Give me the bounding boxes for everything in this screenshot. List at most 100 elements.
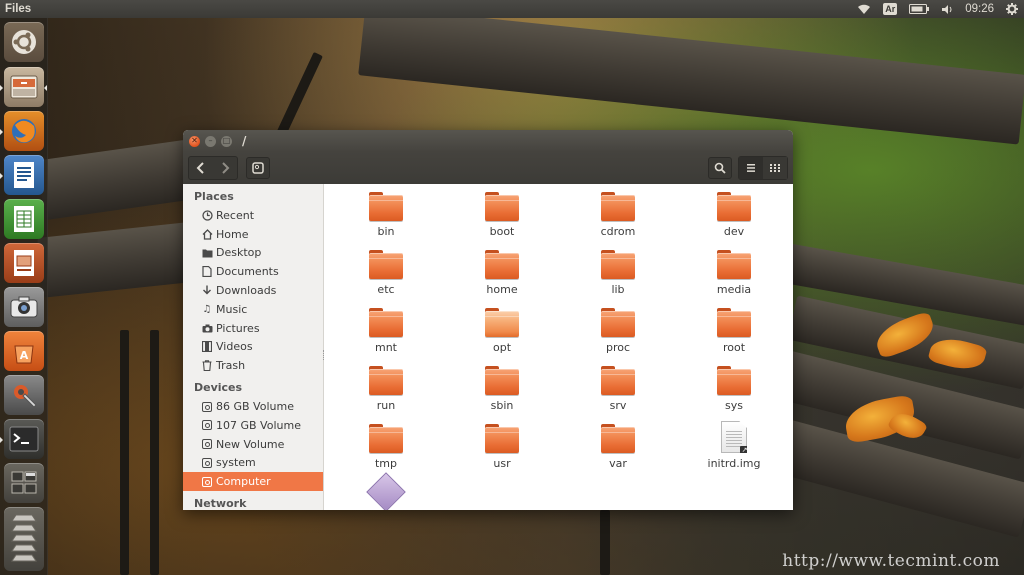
workspace-switcher-icon[interactable] (4, 463, 44, 503)
trash-icon[interactable] (4, 507, 44, 571)
folder-item[interactable]: lib (563, 242, 673, 296)
drive-icon (252, 162, 264, 174)
chevron-right-icon (222, 162, 230, 174)
folder-icon (485, 308, 519, 337)
folder-item[interactable]: opt (447, 300, 557, 354)
firefox-icon[interactable] (4, 111, 44, 151)
binary-file-icon (366, 472, 406, 510)
window-title: / (242, 134, 247, 148)
folder-item[interactable]: media (679, 242, 789, 296)
folder-item[interactable]: srv (563, 358, 673, 412)
sidebar-item-trash[interactable]: Trash (183, 356, 323, 375)
folder-icon (369, 308, 403, 337)
svg-text:A: A (20, 349, 29, 362)
folder-item[interactable]: sbin (447, 358, 557, 412)
ubuntu-logo-icon[interactable] (4, 22, 44, 62)
close-icon[interactable]: ✕ (189, 135, 200, 147)
folder-item[interactable]: root (679, 300, 789, 354)
file-item[interactable] (331, 472, 441, 510)
sidebar-item-label: Home (216, 227, 249, 241)
sidebar-item-music[interactable]: ♫ Music (183, 300, 323, 319)
file-name: tmp (374, 457, 397, 470)
sidebar-item-videos[interactable]: Videos (183, 338, 323, 357)
forward-button[interactable] (213, 157, 237, 179)
sidebar-item-86gb-volume[interactable]: 86 GB Volume (183, 397, 323, 416)
back-button[interactable] (189, 157, 213, 179)
folder-icon (601, 192, 635, 221)
folder-icon (717, 192, 751, 221)
battery-icon[interactable] (909, 4, 930, 14)
search-button[interactable] (708, 157, 732, 179)
file-cabinet-icon[interactable] (4, 67, 44, 107)
window-titlebar[interactable]: ✕ – □ / (183, 130, 793, 152)
sidebar-item-downloads[interactable]: Downloads (183, 281, 323, 300)
sidebar-item-computer[interactable]: Computer (183, 472, 323, 492)
file-name: usr (493, 457, 511, 470)
volume-icon[interactable] (941, 4, 953, 15)
terminal-icon[interactable] (4, 419, 44, 459)
places-header: Places (194, 190, 234, 203)
folder-item[interactable]: tmp (331, 416, 441, 470)
sidebar-item-pictures[interactable]: Pictures (183, 319, 323, 338)
drive-icon (201, 438, 213, 450)
sidebar-item-107gb-volume[interactable]: 107 GB Volume (183, 416, 323, 435)
file-item[interactable]: ↗ initrd.img (679, 416, 789, 470)
folder-icon (601, 366, 635, 395)
folder-item[interactable]: sys (679, 358, 789, 412)
wrench-gear-icon[interactable] (4, 375, 44, 415)
trash-icon (201, 360, 213, 372)
file-name: srv (609, 399, 627, 412)
writer-icon[interactable] (4, 155, 44, 195)
folder-item[interactable]: usr (447, 416, 557, 470)
camera-icon (201, 322, 213, 334)
folder-icon (369, 424, 403, 453)
wifi-icon[interactable] (857, 4, 871, 15)
file-name: root (722, 341, 746, 354)
list-view-button[interactable] (739, 157, 763, 179)
music-icon: ♫ (202, 303, 212, 315)
folder-item[interactable]: bin (331, 184, 441, 238)
folder-item[interactable]: run (331, 358, 441, 412)
drive-icon (201, 419, 213, 431)
folder-item[interactable]: etc (331, 242, 441, 296)
folder-item[interactable]: proc (563, 300, 673, 354)
sidebar-item-system[interactable]: system (183, 454, 323, 473)
maximize-icon[interactable]: □ (221, 135, 232, 147)
file-name: lib (611, 283, 625, 296)
sidebar-item-home[interactable]: Home (183, 225, 323, 244)
folder-item[interactable]: dev (679, 184, 789, 238)
folder-item[interactable]: cdrom (563, 184, 673, 238)
sidebar-item-documents[interactable]: Documents (183, 262, 323, 281)
indicator-area: Ar 09:26 (857, 0, 1024, 18)
active-app-title: Files (5, 3, 32, 15)
network-header: Network (194, 497, 247, 510)
folder-item[interactable]: var (563, 416, 673, 470)
file-grid: bin boot cdrom dev etc home lib media mn… (325, 184, 793, 510)
session-gear-icon[interactable] (1006, 3, 1018, 15)
folder-item[interactable]: boot (447, 184, 557, 238)
sidebar-item-label: Videos (216, 340, 253, 354)
calc-icon[interactable] (4, 199, 44, 239)
toolbar-right (708, 156, 788, 180)
files-window: ✕ – □ / Places Recent Home Desktop Docum… (183, 130, 793, 510)
folder-icon (717, 250, 751, 279)
folder-icon (485, 424, 519, 453)
minimize-icon[interactable]: – (205, 135, 216, 147)
impress-icon[interactable] (4, 243, 44, 283)
folder-item[interactable]: home (447, 242, 557, 296)
shopping-bag-icon[interactable]: A (4, 331, 44, 371)
sidebar-item-new-volume[interactable]: New Volume (183, 435, 323, 454)
computer-icon (201, 476, 213, 488)
sidebar-item-recent[interactable]: Recent (183, 206, 323, 225)
folder-icon (601, 250, 635, 279)
file-name: etc (377, 283, 395, 296)
keyboard-layout-indicator[interactable]: Ar (883, 3, 898, 15)
sidebar-item-label: Pictures (216, 321, 260, 335)
folder-item[interactable]: mnt (331, 300, 441, 354)
grid-view-button[interactable] (763, 157, 787, 179)
camera-icon[interactable] (4, 287, 44, 327)
sidebar-item-desktop[interactable]: Desktop (183, 244, 323, 263)
path-root-button[interactable] (246, 157, 270, 179)
clock-indicator[interactable]: 09:26 (965, 3, 994, 15)
file-name: var (609, 457, 627, 470)
